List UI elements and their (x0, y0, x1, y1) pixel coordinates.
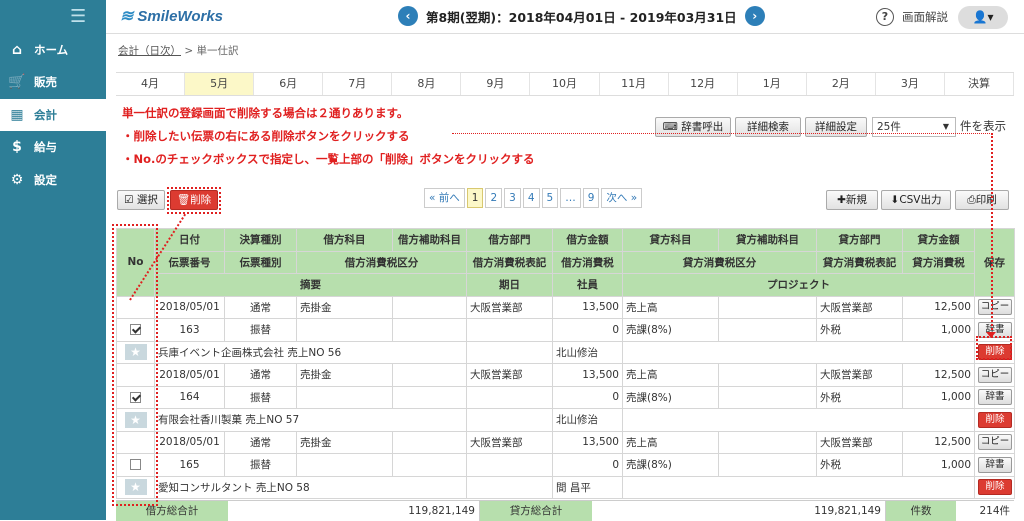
annotation-arrows (129, 212, 996, 338)
annotation-arrowhead (986, 332, 996, 338)
annotation-connector (129, 212, 187, 301)
